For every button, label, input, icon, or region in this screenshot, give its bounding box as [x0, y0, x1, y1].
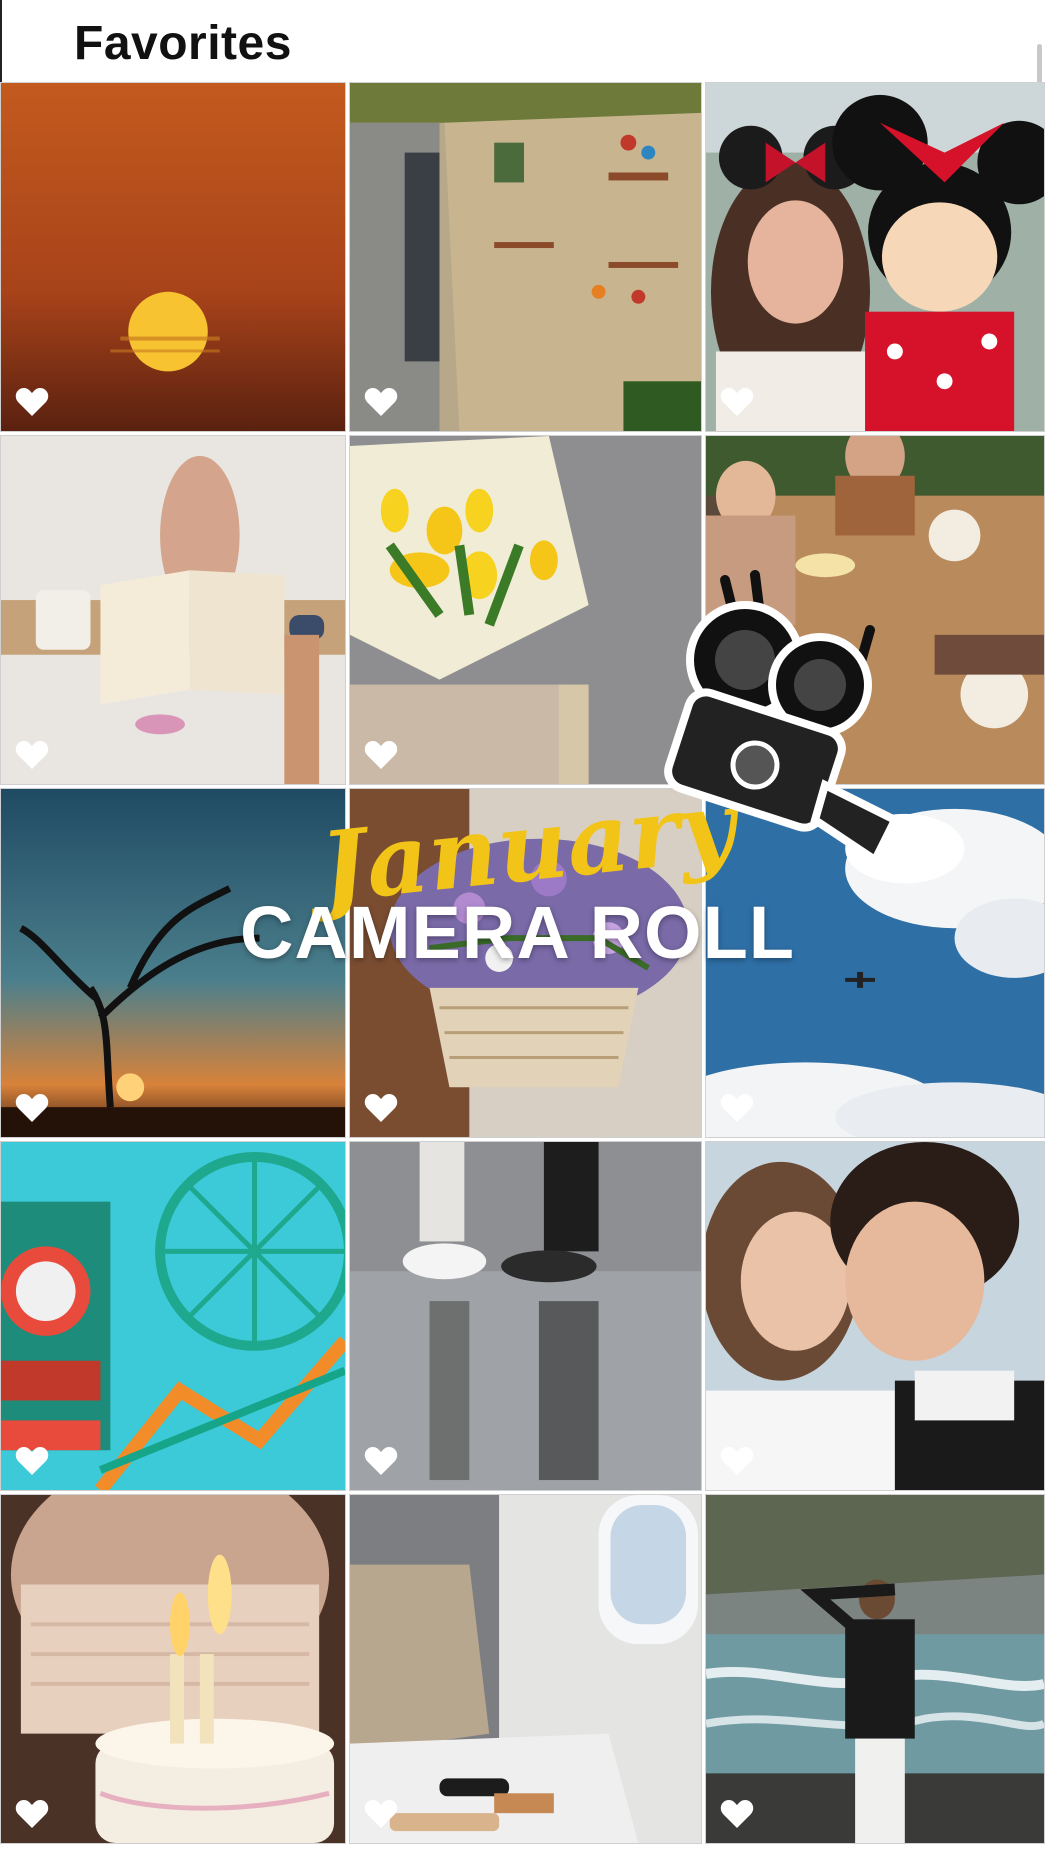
favorite-heart-icon[interactable] — [720, 1799, 754, 1829]
photo-yellow-tulips[interactable] — [349, 435, 702, 785]
favorite-heart-icon[interactable] — [15, 1446, 49, 1476]
page-title: Favorites — [74, 17, 292, 70]
photo-river-rocks[interactable] — [705, 1494, 1045, 1844]
favorite-heart-icon[interactable] — [15, 387, 49, 417]
favorite-heart-icon[interactable] — [364, 1799, 398, 1829]
favorite-heart-icon[interactable] — [15, 740, 49, 770]
photo-decorated-wall[interactable] — [349, 82, 702, 432]
photo-wonder-wheel[interactable] — [0, 1141, 346, 1491]
photo-tree-sunset[interactable] — [0, 788, 346, 1138]
favorite-heart-icon[interactable] — [364, 1093, 398, 1123]
photo-sky-plane[interactable] — [705, 788, 1045, 1138]
photo-book-bath[interactable] — [0, 435, 346, 785]
header-bar: Favorites — [0, 0, 1045, 84]
photo-couple-hug[interactable] — [705, 1141, 1045, 1491]
favorite-heart-icon[interactable] — [364, 1446, 398, 1476]
favorite-heart-icon[interactable] — [720, 1093, 754, 1123]
favorite-heart-icon[interactable] — [720, 387, 754, 417]
favorite-heart-icon[interactable] — [720, 740, 754, 770]
favorite-heart-icon[interactable] — [364, 387, 398, 417]
photo-airplane-seat[interactable] — [349, 1494, 702, 1844]
favorite-heart-icon[interactable] — [720, 1446, 754, 1476]
photo-sneakers-reflection[interactable] — [349, 1141, 702, 1491]
photo-sunset[interactable] — [0, 82, 346, 432]
photo-dinner-toast[interactable] — [705, 435, 1045, 785]
photo-flower-basket[interactable] — [349, 788, 702, 1138]
scroll-indicator[interactable] — [1037, 44, 1042, 84]
favorite-heart-icon[interactable] — [15, 1093, 49, 1123]
favorite-heart-icon[interactable] — [15, 1799, 49, 1829]
photo-birthday-cake[interactable] — [0, 1494, 346, 1844]
photo-minnie-selfie[interactable] — [705, 82, 1045, 432]
favorite-heart-icon[interactable] — [364, 740, 398, 770]
